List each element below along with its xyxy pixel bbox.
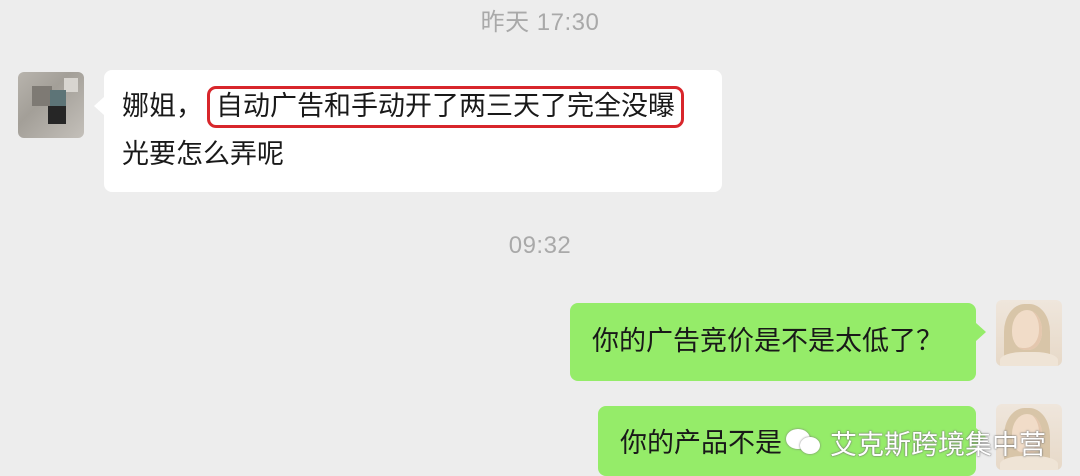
timestamp-today: 09:32: [508, 232, 572, 259]
wechat-icon: [786, 427, 822, 457]
watermark: 艾克斯跨境集中营: [786, 424, 1046, 461]
user-avatar[interactable]: [996, 300, 1062, 366]
timestamp-yesterday: 昨天 17:30: [480, 9, 600, 36]
message-prefix: 娜姐，: [122, 91, 203, 122]
message-line: 娜姐， 自动广告和手动开了两三天了完全没曝: [122, 83, 684, 131]
message-bubble-incoming[interactable]: 娜姐， 自动广告和手动开了两三天了完全没曝 光要怎么弄呢: [104, 70, 722, 192]
message-bubble-outgoing[interactable]: 你的广告竞价是不是太低了？: [570, 303, 976, 381]
highlighted-text: 自动广告和手动开了两三天了完全没曝: [207, 86, 684, 128]
message-line: 光要怎么弄呢: [122, 139, 284, 170]
bubble-tail: [976, 323, 986, 341]
bubble-tail: [94, 97, 104, 115]
watermark-text: 艾克斯跨境集中营: [830, 429, 1046, 461]
contact-avatar[interactable]: [18, 72, 84, 138]
message-text: 你的产品不是: [620, 428, 782, 459]
message-text: 你的广告竞价是不是太低了？: [592, 326, 943, 357]
